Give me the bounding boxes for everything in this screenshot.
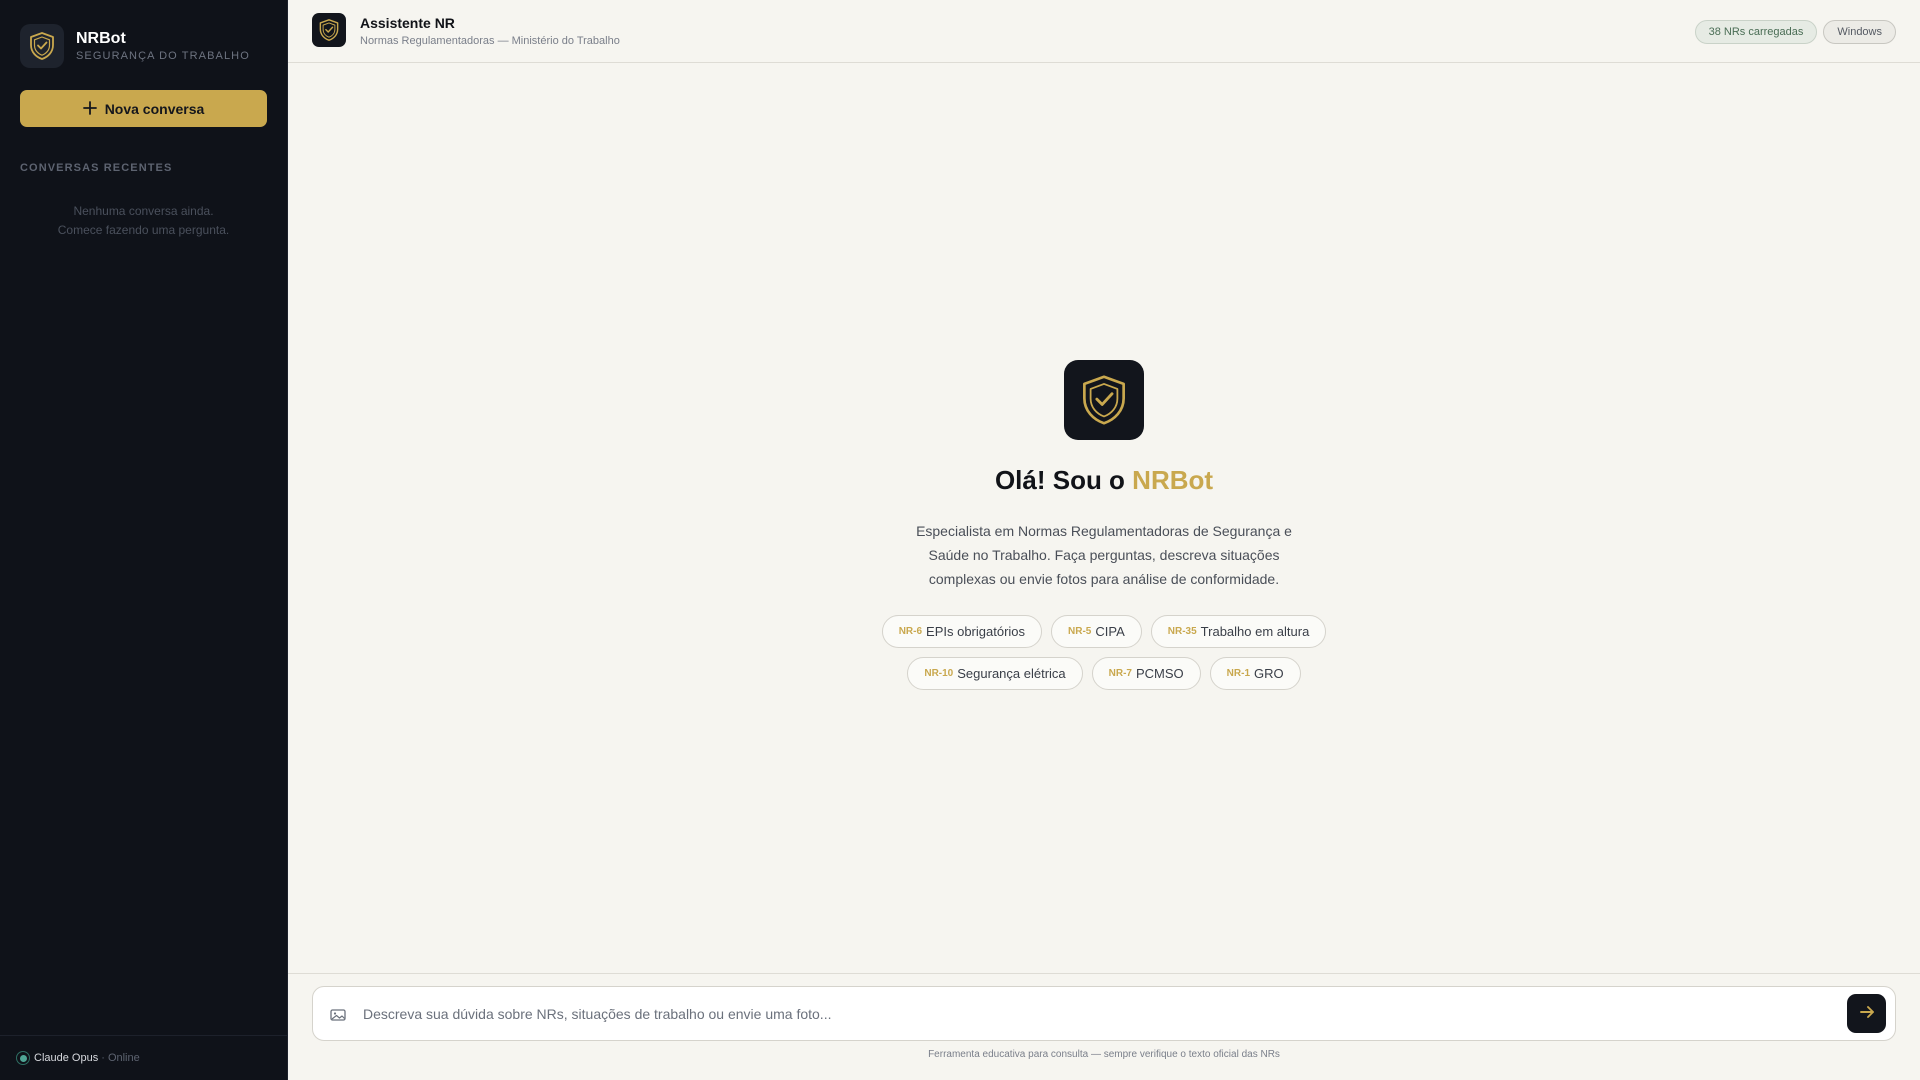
suggestion-chip-nr7[interactable]: NR-7 PCMSO — [1091, 657, 1201, 690]
chip-label: EPIs obrigatórios — [926, 624, 1026, 639]
shield-check-icon — [312, 13, 346, 47]
welcome-title-accent: NRBot — [1132, 465, 1214, 495]
suggestion-chip-nr1[interactable]: NR-1 GRO — [1209, 657, 1301, 690]
image-icon[interactable] — [329, 1006, 347, 1024]
suggestion-chip-nr10[interactable]: NR-10 Segurança elétrica — [907, 657, 1083, 690]
model-status-bar: Claude Opus · Online — [0, 1035, 288, 1080]
recent-conversations-title: CONVERSAS RECENTES — [20, 162, 173, 174]
arrow-right-icon — [1858, 1003, 1876, 1024]
os-badge: Windows — [1823, 20, 1896, 44]
chip-label: CIPA — [1095, 624, 1125, 639]
chip-label: GRO — [1254, 666, 1284, 681]
empty-line-2: Comece fazendo uma pergunta. — [57, 223, 230, 237]
recent-empty-state: Nenhuma conversa ainda. Comece fazendo u… — [20, 202, 267, 240]
composer-area: Ferramenta educativa para consulta — sem… — [288, 973, 1920, 1080]
message-input[interactable] — [363, 1002, 1803, 1026]
suggestion-chip-nr6[interactable]: NR-6 EPIs obrigatórios — [881, 615, 1043, 648]
nrs-loaded-badge: 38 NRs carregadas — [1694, 20, 1818, 44]
chip-code: NR-10 — [924, 668, 954, 679]
suggestion-chip-nr35[interactable]: NR-35 Trabalho em altura — [1150, 615, 1327, 648]
new-chat-button[interactable]: Nova conversa — [20, 90, 267, 127]
empty-line-1: Nenhuma conversa ainda. — [73, 204, 214, 218]
suggestion-chips: NR-6 EPIs obrigatórios NR-5 CIPA NR-35 T… — [288, 615, 1920, 690]
model-name: Claude Opus — [34, 1052, 99, 1064]
suggestion-chip-nr5[interactable]: NR-5 CIPA — [1051, 615, 1142, 648]
model-status: · Online — [101, 1052, 140, 1064]
chip-code: NR-6 — [898, 626, 923, 637]
page-title: Assistente NR — [360, 15, 455, 31]
shield-check-icon — [20, 24, 64, 68]
chip-label: PCMSO — [1136, 666, 1184, 681]
plus-icon — [82, 101, 97, 116]
brand-subtitle: SEGURANÇA DO TRABALHO — [76, 50, 250, 62]
chip-code: NR-1 — [1226, 668, 1251, 679]
message-composer — [312, 986, 1896, 1041]
disclaimer: Ferramenta educativa para consulta — sem… — [928, 1049, 1280, 1060]
brand-name: NRBot — [76, 30, 126, 47]
chip-code: NR-35 — [1167, 626, 1197, 637]
online-dot-icon — [16, 1051, 30, 1065]
chip-label: Trabalho em altura — [1200, 624, 1310, 639]
send-button[interactable] — [1847, 994, 1886, 1033]
welcome-title: Olá! Sou o NRBot — [288, 465, 1920, 496]
welcome-screen: Olá! Sou o NRBot Especialista em Normas … — [288, 63, 1920, 973]
header: Assistente NR Normas Regulamentadoras — … — [288, 0, 1920, 63]
chip-code: NR-7 — [1108, 668, 1132, 679]
chip-code: NR-5 — [1068, 626, 1092, 637]
new-chat-label: Nova conversa — [104, 100, 205, 117]
shield-check-icon — [1064, 360, 1144, 440]
welcome-description: Especialista em Normas Regulamentadoras … — [916, 523, 1292, 587]
welcome-title-prefix: Olá! Sou o — [994, 465, 1125, 495]
brand: NRBot SEGURANÇA DO TRABALHO — [20, 24, 250, 68]
chip-label: Segurança elétrica — [957, 666, 1066, 681]
page-subtitle: Normas Regulamentadoras — Ministério do … — [360, 35, 620, 47]
sidebar: NRBot SEGURANÇA DO TRABALHO Nova convers… — [0, 0, 288, 1080]
